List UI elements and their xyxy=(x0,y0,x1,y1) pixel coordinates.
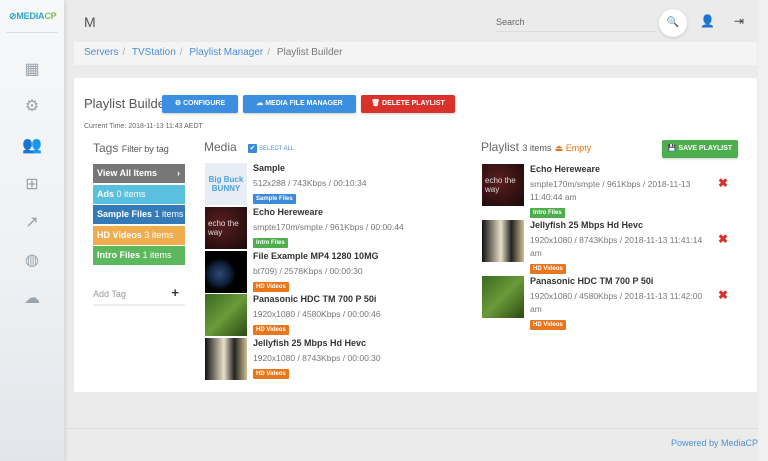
tag-badge: Sample Files xyxy=(253,194,296,204)
tag-item[interactable]: Ads 0 items xyxy=(93,184,185,204)
media-item[interactable]: echo the way Echo Hereweare smpte170m/smpt… xyxy=(205,206,465,249)
media-item[interactable]: File Example MP4 1280 10MG bt709) / 2578K… xyxy=(205,250,465,293)
sitemap-icon[interactable]: ⊞ xyxy=(19,174,45,194)
scrollbar[interactable] xyxy=(758,0,768,461)
media-thumbnail xyxy=(205,250,247,293)
page-title: Playlist Builder xyxy=(84,96,170,111)
globe-icon[interactable]: ◍ xyxy=(19,250,45,270)
media-thumbnail xyxy=(482,220,524,262)
tag-badge: HD Videos xyxy=(253,369,289,380)
plus-icon[interactable]: + xyxy=(171,285,179,300)
search-input[interactable]: Search xyxy=(496,14,656,32)
save-playlist-button[interactable]: 💾 SAVE PLAYLIST xyxy=(662,140,738,158)
select-all-checkbox[interactable]: ✔ SELECT ALL xyxy=(248,144,294,153)
trash-icon: 🗑 xyxy=(371,100,383,107)
playlist-item[interactable]: echo the way Echo Hereweare smpte170m/smpt… xyxy=(482,164,742,218)
cloud-download-icon[interactable]: ☁ xyxy=(19,288,45,308)
gears-icon[interactable]: ⚙ xyxy=(19,96,45,116)
breadcrumb-tvstation[interactable]: TVStation xyxy=(132,47,176,58)
playlist-item[interactable]: Panasonic HDC TM 700 P 50i 1920x1080 / 45… xyxy=(482,276,742,330)
tag-badge: Intro Files xyxy=(253,237,288,248)
chart-line-icon[interactable]: ↗ xyxy=(19,212,45,232)
tag-badge: HD Videos xyxy=(530,264,566,274)
media-item[interactable]: Panasonic HDC TM 700 P 50i 1920x1080 / 45… xyxy=(205,294,465,337)
footer-link[interactable]: Powered by MediaCP xyxy=(671,438,758,448)
chevron-right-icon: › xyxy=(177,168,180,178)
tag-item[interactable]: View All Items › xyxy=(93,164,185,183)
media-file-manager-button[interactable]: ☁ MEDIA FILE MANAGER xyxy=(243,95,356,113)
logo[interactable]: ⊘MEDIACP xyxy=(9,11,57,22)
media-item[interactable]: Big Buck BUNNY Sample 512x288 / 743Kbps / … xyxy=(205,163,465,205)
breadcrumb: Servers / TVStation / Playlist Manager / Pl… xyxy=(74,42,757,65)
configure-button[interactable]: ⚙ CONFIGURE xyxy=(162,95,238,113)
remove-icon[interactable]: ✖ xyxy=(718,232,728,246)
tag-badge: HD Videos xyxy=(253,281,289,292)
remove-icon[interactable]: ✖ xyxy=(718,288,728,302)
tag-badge: Intro Files xyxy=(530,208,565,218)
tag-badge: HD Videos xyxy=(253,325,289,336)
tag-badge: HD Videos xyxy=(530,320,566,330)
empty-playlist-button[interactable]: ⏏ Empty xyxy=(555,143,592,153)
breadcrumb-current: Playlist Builder xyxy=(276,47,343,58)
logout-icon[interactable]: ⇥ xyxy=(734,14,744,28)
cloud-upload-icon: ☁ xyxy=(256,100,266,107)
tag-item[interactable]: Intro Files 1 items xyxy=(93,246,185,265)
breadcrumb-playlist-manager[interactable]: Playlist Manager xyxy=(189,47,263,58)
sidebar: ⊘MEDIACP ▦ ⚙ 👥 ⊞ ↗ ◍ ☁ xyxy=(0,0,64,461)
current-time: Current Time: 2018-11-13 11:43 AEDT xyxy=(84,123,203,130)
media-heading: Media xyxy=(204,140,237,154)
dashboard-icon[interactable]: ▦ xyxy=(19,59,45,79)
add-tag-input[interactable]: Add Tag + xyxy=(93,285,185,306)
remove-icon[interactable]: ✖ xyxy=(718,176,728,190)
breadcrumb-servers[interactable]: Servers xyxy=(84,47,118,58)
divider xyxy=(6,32,58,33)
playlist-builder-card: Playlist Builder ⚙ CONFIGURE ☁ MEDIA FIL… xyxy=(74,78,757,392)
user-icon[interactable]: 👤 xyxy=(700,14,715,28)
tag-item[interactable]: Sample Files 1 items xyxy=(93,205,185,224)
tag-item[interactable]: HD Videos 3 items xyxy=(93,225,185,245)
users-icon[interactable]: 👥 xyxy=(19,135,45,155)
media-thumbnail: echo the way xyxy=(205,206,247,249)
playlist-item[interactable]: Jellyfish 25 Mbps Hd Hevc 1920x1080 / 874… xyxy=(482,220,742,274)
save-icon: 💾 xyxy=(667,145,679,152)
tags-heading: Tags Filter by tag xyxy=(93,141,169,155)
media-thumbnail: Big Buck BUNNY xyxy=(205,163,247,205)
media-thumbnail xyxy=(205,294,247,337)
delete-playlist-button[interactable]: 🗑 DELETE PLAYLIST xyxy=(361,95,455,113)
check-icon: ✔ xyxy=(248,144,257,153)
media-thumbnail xyxy=(205,338,247,381)
playlist-heading: Playlist 3 items ⏏ Empty xyxy=(481,140,592,154)
header-title: M xyxy=(84,14,96,30)
media-thumbnail xyxy=(482,276,524,318)
media-thumbnail: echo the way xyxy=(482,164,524,206)
search-icon: 🔍 xyxy=(666,17,680,28)
gear-icon: ⚙ xyxy=(174,100,184,107)
media-item[interactable]: Jellyfish 25 Mbps Hd Hevc 1920x1080 / 874… xyxy=(205,338,465,381)
search-button[interactable]: 🔍 xyxy=(659,9,687,37)
divider xyxy=(64,428,768,429)
